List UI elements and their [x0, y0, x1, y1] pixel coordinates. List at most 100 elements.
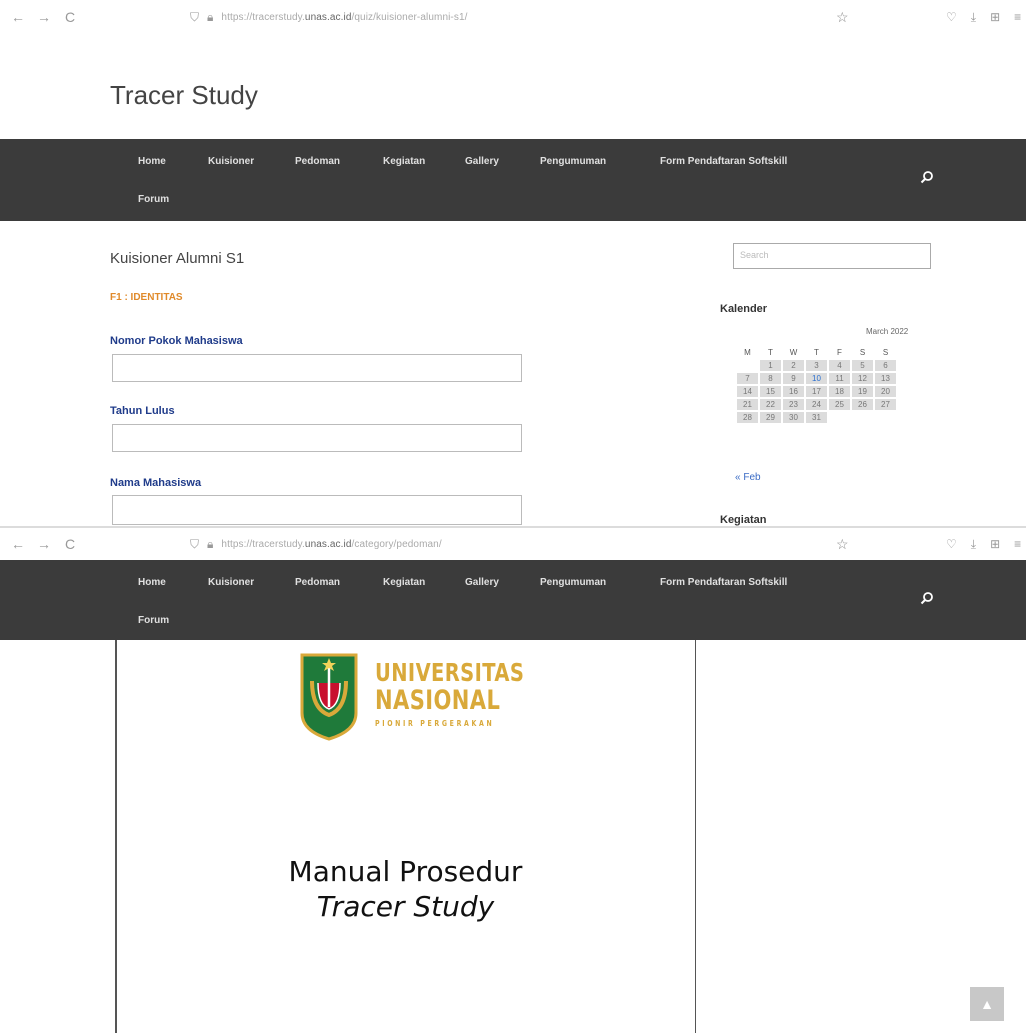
pocket-icon[interactable]: ♡ — [946, 10, 957, 25]
lock-icon: 🔒︎ — [207, 9, 214, 24]
forward-icon[interactable]: → — [36, 536, 52, 552]
kegiatan-title: Kegiatan — [720, 514, 767, 526]
menu-icon[interactable]: ≡ — [1014, 10, 1021, 25]
extensions-icon[interactable]: ⊞ — [990, 537, 1000, 552]
nav-item-form-softskill[interactable]: Form Pendaftaran Softskill — [660, 156, 787, 167]
browser-right-icons: ♡ ⤓ ⊞ ≡ — [946, 10, 1021, 25]
npm-input[interactable] — [112, 354, 522, 382]
shield-icon: ⛉ — [190, 9, 200, 24]
logo-line-3: PIONIR PERGERAKAN — [375, 719, 495, 728]
back-icon[interactable]: ← — [10, 536, 26, 552]
reload-icon[interactable]: C — [62, 536, 78, 552]
section-label: F1 : IDENTITAS — [110, 292, 183, 303]
calendar-day: 25 — [829, 399, 850, 410]
field-label-nama: Nama Mahasiswa — [110, 477, 202, 489]
bookmark-star-icon[interactable]: ☆ — [836, 536, 849, 553]
calendar-day: 17 — [806, 386, 827, 397]
nav-item-kuisioner[interactable]: Kuisioner — [208, 577, 295, 588]
calendar-day: 23 — [783, 399, 804, 410]
nav-item-gallery[interactable]: Gallery — [465, 577, 540, 588]
nav-item-kegiatan[interactable]: Kegiatan — [383, 577, 465, 588]
download-icon[interactable]: ⤓ — [971, 537, 976, 552]
address-bar[interactable]: ⛉ 🔒︎ https://tracerstudy.unas.ac.id/cate… — [190, 537, 442, 552]
tahun-lulus-input[interactable] — [112, 424, 522, 452]
calendar-day: 15 — [760, 386, 781, 397]
calendar-empty-cell — [875, 412, 896, 423]
document-title: Manual Prosedur — [288, 855, 523, 888]
calendar-week: 21 22 23 24 25 26 27 — [737, 399, 896, 410]
calendar-week: 123456 — [737, 360, 896, 371]
calendar-day: 19 — [852, 386, 873, 397]
calendar-day: 10 — [806, 373, 827, 384]
nav-item-pengumuman[interactable]: Pengumuman — [540, 156, 660, 167]
calendar-day: 28 — [737, 412, 758, 423]
calendar-day: 8 — [760, 373, 781, 384]
nav-item-kuisioner[interactable]: Kuisioner — [208, 156, 295, 167]
address-bar[interactable]: ⛉ 🔒︎ https://tracerstudy.unas.ac.id/quiz… — [190, 10, 468, 25]
weekday: S — [882, 347, 889, 357]
calendar-day: 2 — [783, 360, 804, 371]
calendar-title: Kalender — [720, 303, 768, 315]
forward-icon[interactable]: → — [36, 9, 52, 25]
nav-item-pengumuman[interactable]: Pengumuman — [540, 577, 660, 588]
lock-icon: 🔒︎ — [207, 536, 214, 551]
calendar-day: 13 — [875, 373, 896, 384]
weekday: S — [859, 347, 866, 357]
magnifier-icon[interactable] — [920, 170, 934, 189]
reload-icon[interactable]: C — [62, 9, 78, 25]
calendar-day: 3 — [806, 360, 827, 371]
browser-right-icons: ♡ ⤓ ⊞ ≡ — [946, 537, 1021, 552]
weekday: M — [744, 347, 751, 357]
calendar-day: 14 — [737, 386, 758, 397]
calendar-day: 29 — [760, 412, 781, 423]
calendar-week: 28 29 30 31 — [737, 412, 896, 423]
calendar-month: March 2022 — [866, 327, 909, 336]
calendar-day: 5 — [852, 360, 873, 371]
calendar-day: 26 — [852, 399, 873, 410]
calendar-day: 1 — [760, 360, 781, 371]
nama-mahasiswa-input[interactable] — [112, 495, 522, 525]
nav-item-gallery[interactable]: Gallery — [465, 156, 540, 167]
weekday: W — [789, 347, 798, 357]
url-text: https://tracerstudy.unas.ac.id/quiz/kuis… — [221, 11, 468, 23]
page-title: Kuisioner Alumni S1 — [110, 250, 245, 267]
weekday: T — [768, 347, 773, 357]
calendar-day: 18 — [829, 386, 850, 397]
calendar-day: 4 — [829, 360, 850, 371]
calendar-day: 20 — [875, 386, 896, 397]
extensions-icon[interactable]: ⊞ — [990, 10, 1000, 25]
calendar-day: 16 — [783, 386, 804, 397]
scroll-to-top-button[interactable]: ▲ — [970, 987, 1004, 1021]
nav-item-pedoman[interactable]: Pedoman — [295, 156, 383, 167]
nav-item-pedoman[interactable]: Pedoman — [295, 577, 383, 588]
field-label-tahun-lulus: Tahun Lulus — [110, 405, 175, 417]
shield-icon: ⛉ — [190, 536, 200, 551]
weekday: T — [814, 347, 819, 357]
download-icon[interactable]: ⤓ — [971, 10, 976, 25]
nav-item-home[interactable]: Home — [138, 156, 208, 167]
logo-line-1: UNIVERSITAS — [375, 658, 525, 687]
main-nav: Home Kuisioner Pedoman Kegiatan Gallery … — [0, 139, 1026, 221]
back-icon[interactable]: ← — [10, 9, 26, 25]
university-logo-text: UNIVERSITAS NASIONAL PIONIR PERGERAKAN — [375, 660, 566, 728]
calendar-prev-link[interactable]: « Feb — [735, 472, 761, 483]
nav-item-forum[interactable]: Forum — [138, 194, 169, 205]
sidebar-search-input[interactable]: Search — [733, 243, 931, 269]
nav-item-forum[interactable]: Forum — [138, 615, 169, 626]
nav-item-kegiatan[interactable]: Kegiatan — [383, 156, 465, 167]
calendar-table: M T W T F S S 1 2 3 4 5 6 7 8 9 10 11 12 13 14 15 16 17 1… — [735, 344, 898, 425]
magnifier-icon[interactable] — [920, 591, 934, 610]
university-logo-icon — [300, 653, 358, 741]
nav-item-home[interactable]: Home — [138, 577, 208, 588]
site-title[interactable]: Tracer Study — [110, 80, 258, 111]
calendar-empty-cell — [852, 412, 873, 423]
calendar-day: 30 — [783, 412, 804, 423]
calendar-day: 27 — [875, 399, 896, 410]
nav-menu: Home Kuisioner Pedoman Kegiatan Gallery … — [138, 156, 787, 167]
nav-item-form-softskill[interactable]: Form Pendaftaran Softskill — [660, 577, 787, 588]
url-text: https://tracerstudy.unas.ac.id/category/… — [221, 538, 442, 550]
bookmark-star-icon[interactable]: ☆ — [836, 9, 849, 26]
pocket-icon[interactable]: ♡ — [946, 537, 957, 552]
weekday: F — [837, 347, 842, 357]
menu-icon[interactable]: ≡ — [1014, 537, 1021, 552]
